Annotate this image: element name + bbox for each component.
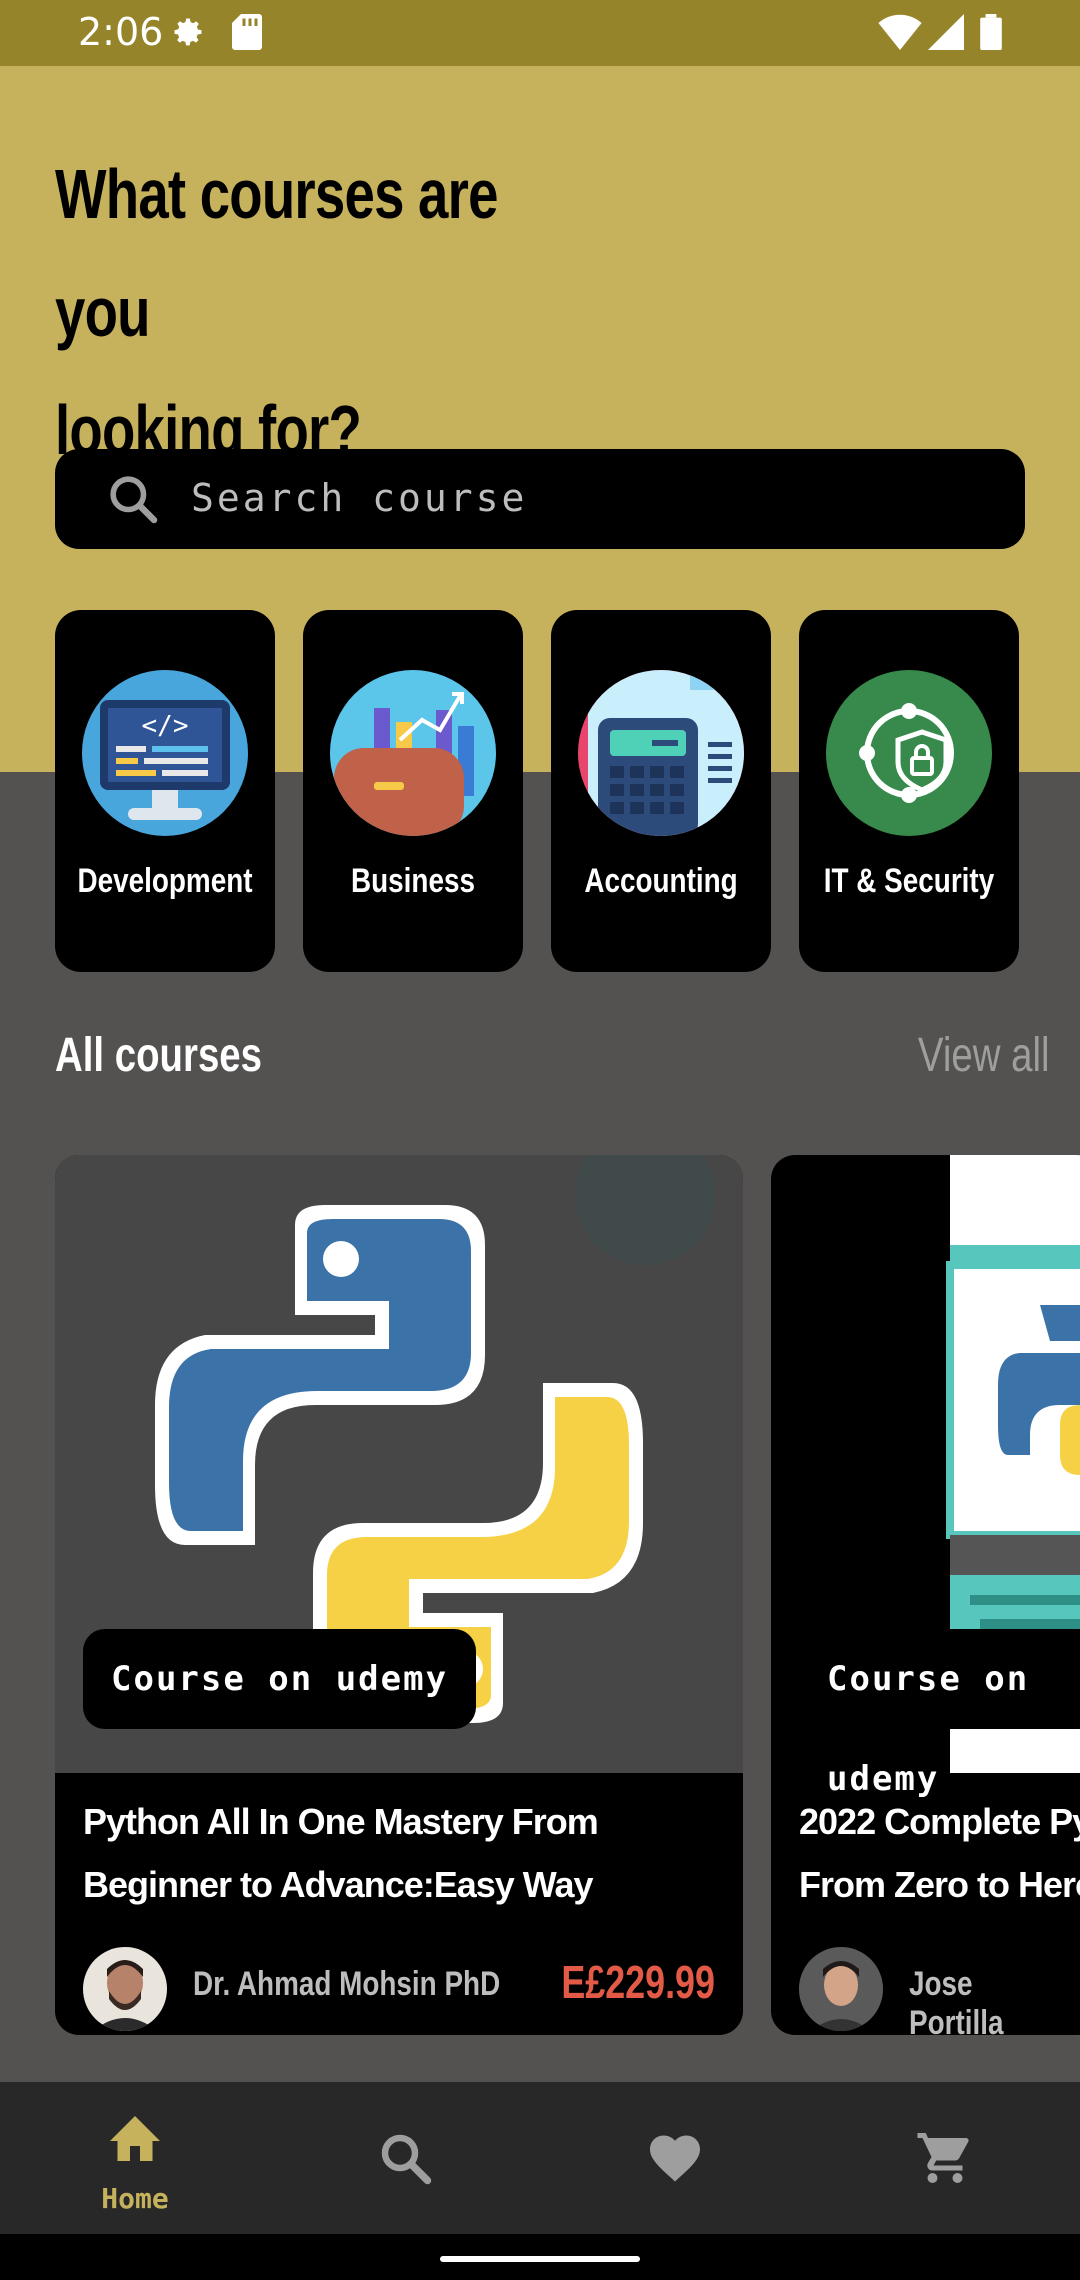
instructor-avatar	[83, 1947, 167, 2031]
development-icon: </>	[82, 670, 248, 836]
search-bar[interactable]	[55, 449, 1025, 549]
course-card[interactable]: Course on udemy 2022 Complete Python Boo…	[771, 1155, 1080, 2035]
course-title: 2022 Complete Python Bootcamp From Zero …	[799, 1801, 1080, 1905]
heart-icon	[650, 2135, 700, 2182]
category-label: IT & Security	[823, 862, 995, 900]
nav-home-label: Home	[101, 2182, 169, 2215]
svg-text:</>: </>	[142, 711, 189, 741]
shield-icon	[826, 670, 992, 836]
title-line-1: What courses are you	[55, 155, 498, 351]
search-icon	[110, 476, 158, 524]
wifi-icon	[878, 14, 922, 50]
nav-favorites[interactable]	[540, 2082, 810, 2234]
category-accounting[interactable]: Accounting	[551, 610, 771, 972]
nav-home[interactable]: Home	[0, 2082, 270, 2234]
calculator-icon	[578, 670, 744, 836]
home-icon	[110, 2116, 160, 2161]
category-label: Business	[351, 862, 475, 900]
instructor-name: Dr. Ahmad Mohsin PhD	[193, 1965, 501, 2003]
gesture-handle[interactable]	[440, 2256, 640, 2262]
settings-icon	[174, 18, 202, 46]
business-icon	[330, 670, 496, 836]
category-label: Development	[77, 862, 253, 900]
category-development[interactable]: </> Development	[55, 610, 275, 972]
course-card[interactable]: Course on udemy Python All In One Master…	[55, 1155, 743, 2035]
category-it-security[interactable]: IT & Security	[799, 610, 1019, 972]
status-bar: 2:06	[0, 0, 1080, 66]
status-time: 2:06	[78, 10, 164, 54]
sd-card-icon	[232, 14, 262, 50]
search-input[interactable]	[189, 467, 993, 529]
bottom-navigation: Home	[0, 2082, 1080, 2234]
section-title: All courses	[55, 1029, 263, 1082]
cart-icon	[917, 2133, 969, 2183]
search-icon	[381, 2134, 432, 2185]
instructor-avatar	[799, 1947, 883, 2031]
course-price: E£229.99	[561, 1956, 715, 2008]
category-label: Accounting	[584, 862, 738, 900]
page-title: What courses are you looking for?	[55, 135, 601, 489]
nav-cart[interactable]	[810, 2082, 1080, 2234]
nav-search[interactable]	[270, 2082, 540, 2234]
instructor-name: Jose Portilla	[909, 1965, 1004, 2035]
battery-icon	[980, 14, 1002, 50]
course-title: Python All In One Mastery From Beginner …	[83, 1801, 599, 1905]
course-badge: Course on udemy	[799, 1629, 1080, 1799]
view-all-link[interactable]: View all	[918, 1028, 1050, 1083]
course-badge: Course on udemy	[83, 1629, 477, 1729]
category-business[interactable]: Business	[303, 610, 523, 972]
signal-icon	[928, 14, 964, 50]
